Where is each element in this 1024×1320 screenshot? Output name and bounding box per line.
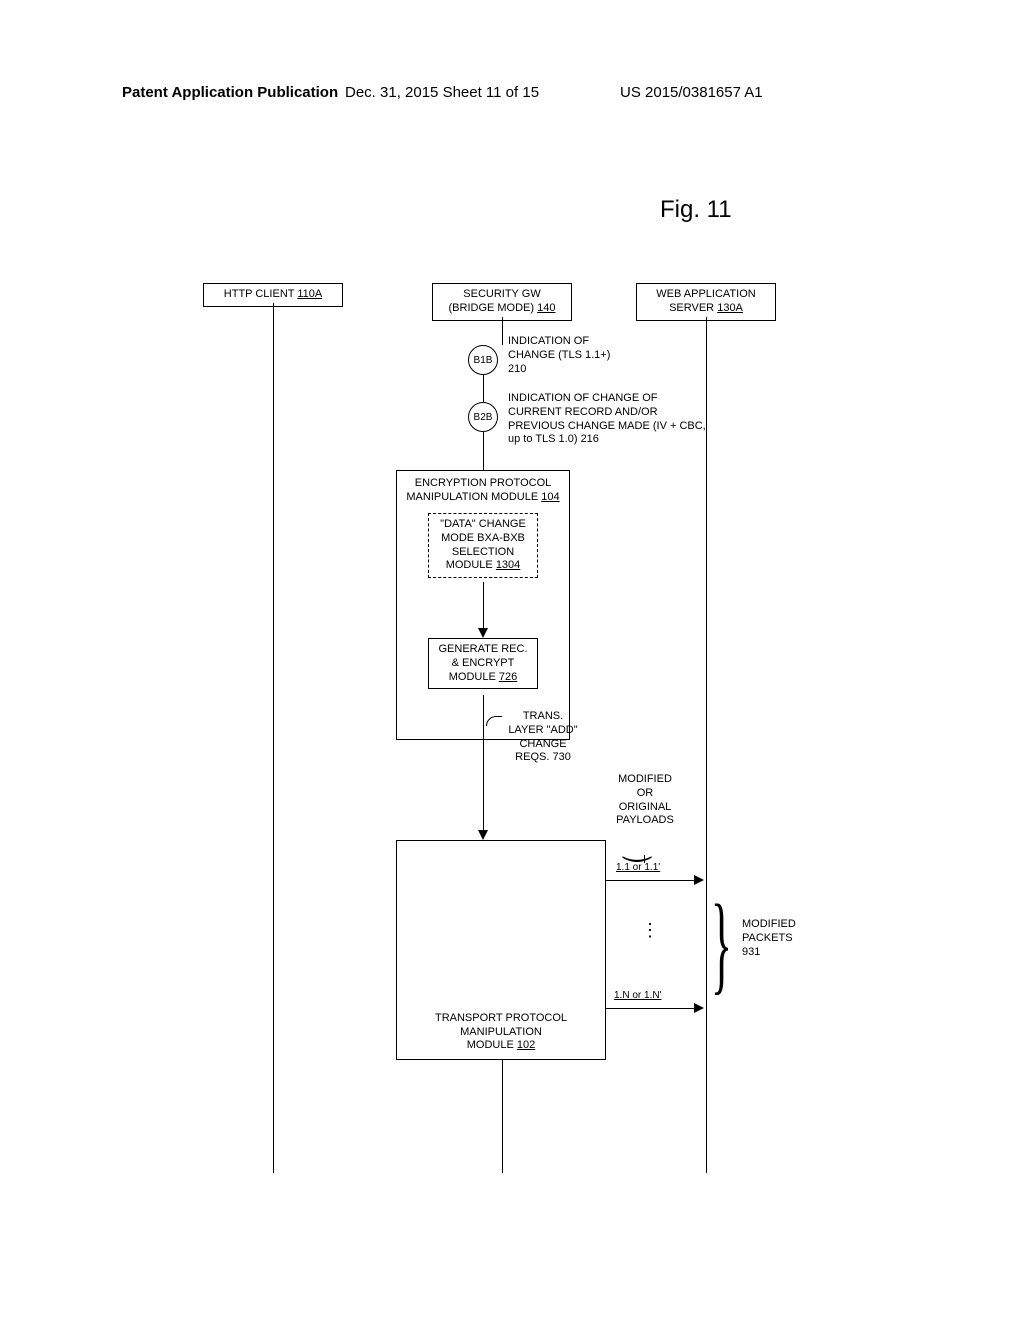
ge-id: 726 [499,671,517,683]
dc-l3: SELECTION [452,546,514,558]
ge-l3: MODULE [449,671,496,683]
b2b-l3: PREVIOUS CHANGE MADE (IV + CBC, [508,420,706,432]
pkt-first-label: 1.1 or 1.1' [616,862,660,875]
arrow-pkt-last [606,1008,696,1009]
mp-l1: MODIFIED [742,918,796,930]
mp-l2: PACKETS [742,932,793,944]
figure-label: Fig. 11 [660,196,732,224]
ta-l1: TRANS. [523,710,563,722]
lifeline-server [706,317,707,1173]
actor-web-app-server: WEB APPLICATION SERVER 130A [636,283,776,321]
arrowhead-pkt-last [694,1003,704,1013]
lifeline-client [273,303,274,1173]
arrow-gen-to-transport [483,695,484,833]
tpm-l2: MODULE [467,1039,514,1051]
server-id: 130A [717,302,743,314]
tpm-l1: TRANSPORT PROTOCOL MANIPULATION [435,1012,567,1038]
brace-packets: } [711,880,732,1007]
mp-l3: 931 [742,946,760,958]
payloads-label: MODIFIED OR ORIGINAL PAYLOADS [610,773,680,828]
b1b-l3: 210 [508,363,526,375]
payload-tick-1 [644,855,645,863]
line-b1b-down [483,375,484,402]
header-right: US 2015/0381657 A1 [620,84,763,101]
transport-manip-module: TRANSPORT PROTOCOL MANIPULATION MODULE 1… [396,840,606,1060]
server-line2: SERVER [669,302,714,314]
b2b-tag: B2B [474,412,493,423]
header-left: Patent Application Publication [122,84,338,101]
dc-l2: MODE BXA-BXB [441,532,525,544]
pl-l4: PAYLOADS [616,814,674,826]
enc-l1: ENCRYPTION PROTOCOL [415,477,552,489]
http-client-name: HTTP CLIENT [224,288,295,300]
lifeline-gw-top [502,317,503,345]
b1b-circle: B1B [468,345,498,375]
modified-packets-label: MODIFIED PACKETS 931 [742,918,796,959]
lifeline-gw-bottom [502,1060,503,1173]
http-client-id: 110A [297,288,322,300]
header-middle: Dec. 31, 2015 Sheet 11 of 15 [345,84,539,101]
pkt-last-label: 1.N or 1.N' [614,990,661,1003]
b1b-tag: B1B [474,355,493,366]
b2b-circle: B2B [468,402,498,432]
curve-trans-add [486,716,502,726]
server-line1: WEB APPLICATION [656,288,755,300]
dc-id: 1304 [496,559,520,571]
b2b-l4: up to TLS 1.0) 216 [508,433,599,445]
ge-l2: & ENCRYPT [452,657,515,669]
ta-l2: LAYER "ADD" [508,724,577,736]
line-b2b-down [483,432,484,470]
gw-id: 140 [537,302,555,314]
enc-mod-title: ENCRYPTION PROTOCOL MANIPULATION MODULE … [401,477,565,505]
arrowhead-datachange-to-gen [478,628,488,638]
pl-l1: MODIFIED [618,773,672,785]
ta-l3: CHANGE [519,738,566,750]
pl-l2: OR [637,787,654,799]
b2b-l2: CURRENT RECORD AND/OR [508,406,658,418]
actor-security-gw: SECURITY GW (BRIDGE MODE) 140 [432,283,572,321]
tpm-title: TRANSPORT PROTOCOL MANIPULATION MODULE 1… [397,1012,605,1053]
gw-line2: (BRIDGE MODE) [449,302,535,314]
page: Patent Application Publication Dec. 31, … [0,0,1024,1320]
arrowhead-pkt-first [694,875,704,885]
generate-rec-encrypt-module: GENERATE REC. & ENCRYPT MODULE 726 [428,638,538,689]
data-change-mode-module: "DATA" CHANGE MODE BXA-BXB SELECTION MOD… [428,513,538,578]
ta-l4: REQS. 730 [515,751,571,763]
pkt-first: 1.1 or 1.1' [616,862,660,873]
enc-l2: MANIPULATION MODULE [406,491,538,503]
arrow-pkt-first [606,880,696,881]
brace-payloads: ⏝ [622,830,652,861]
dc-l1: "DATA" CHANGE [440,518,526,530]
b2b-l1: INDICATION OF CHANGE OF [508,392,658,404]
dc-l4: MODULE [446,559,493,571]
ellipsis-icon: ⋮ [641,926,659,935]
ge-l1: GENERATE REC. [438,643,527,655]
pkt-last: 1.N or 1.N' [614,990,661,1001]
pl-l3: ORIGINAL [619,801,672,813]
b2b-text: INDICATION OF CHANGE OF CURRENT RECORD A… [508,392,706,447]
tpm-id: 102 [517,1039,535,1051]
b1b-text: INDICATION OF CHANGE (TLS 1.1+) 210 [508,335,610,376]
gw-line1: SECURITY GW [463,288,540,300]
arrowhead-gen-to-transport [478,830,488,840]
arrow-datachange-to-gen [483,582,484,630]
b1b-l1: INDICATION OF [508,335,589,347]
b1b-l2: CHANGE (TLS 1.1+) [508,349,610,361]
enc-id: 104 [541,491,559,503]
trans-layer-add-label: TRANS. LAYER "ADD" CHANGE REQS. 730 [503,710,583,765]
